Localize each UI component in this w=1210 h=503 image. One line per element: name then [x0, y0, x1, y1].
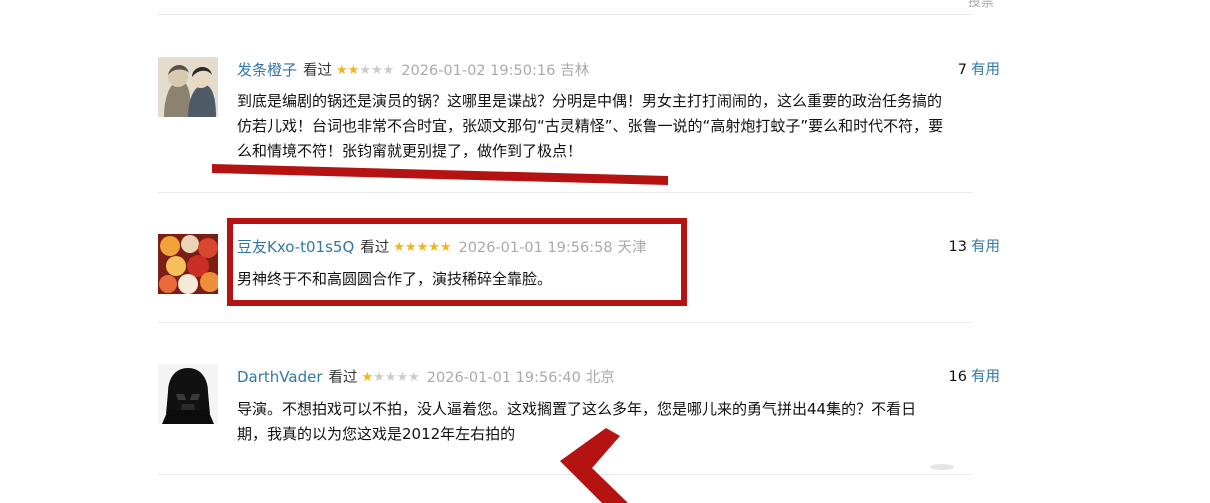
star-icon: ★	[382, 63, 395, 78]
avatar-image	[158, 364, 218, 424]
star-icon: ★	[347, 63, 360, 78]
useful-count: 13	[948, 239, 967, 255]
avatar[interactable]	[158, 234, 218, 294]
useful-button[interactable]: 有用	[971, 62, 1000, 78]
star-icon: ★	[404, 240, 417, 255]
star-icon: ★	[370, 63, 383, 78]
watch-status: 看过	[328, 370, 358, 386]
comment-text: 导演。不想拍戏可以不拍，没人逼着您。这戏搁置了这么多年，您是哪儿来的勇气拼出44…	[237, 397, 916, 447]
comment-meta: DarthVader 看过 ★★★★★ 2026-01-01 19:56:40 北京	[237, 364, 615, 390]
comment-item: 豆友Kxo-t01s5Q 看过 ★★★★★ 2026-01-01 19:56:58 天津…	[158, 234, 1008, 296]
comment-line: 到底是编剧的锅还是演员的锅？这哪里是谍战？分明是中偶！男女主打打闹闹的，这么重要…	[237, 92, 943, 110]
watch-status: 看过	[360, 240, 390, 256]
star-icon: ★	[428, 240, 440, 255]
username[interactable]: 豆友Kxo-t01s5Q	[237, 238, 354, 256]
useful-votes: 7 有用	[958, 57, 1000, 83]
star-icon: ★	[361, 370, 374, 385]
star-icon: ★	[359, 63, 371, 78]
useful-votes: 16 有用	[949, 364, 1000, 390]
avatar-image	[158, 57, 218, 117]
useful-count: 7	[957, 62, 967, 78]
star-icon: ★	[393, 240, 405, 255]
useful-votes: 13 有用	[949, 234, 1000, 260]
star-icon: ★	[439, 240, 452, 255]
divider	[158, 474, 972, 475]
scroll-hint-icon	[930, 464, 954, 470]
useful-count: 16	[948, 369, 967, 385]
comment-time: 2026-01-01 19:56:58	[458, 240, 613, 256]
comment-time: 2026-01-02 19:50:16	[401, 63, 556, 79]
comment-location: 天津	[617, 240, 647, 256]
comment-line: 仿若儿戏！台词也非常不合时宜，张颂文那句“古灵精怪”、张鲁一说的“高射炮打蚊子”…	[237, 117, 944, 135]
avatar[interactable]	[158, 364, 218, 424]
star-icon: ★	[373, 370, 385, 385]
comment-line: 期，我真的以为您这戏是2012年左右拍的	[237, 425, 516, 443]
comment-text: 到底是编剧的锅还是演员的锅？这哪里是谍战？分明是中偶！男女主打打闹闹的，这么重要…	[237, 89, 943, 164]
username[interactable]: 发条橙子	[237, 61, 297, 79]
star-icon: ★	[408, 370, 420, 385]
avatar-image	[158, 234, 218, 294]
comment-item: 发条橙子 看过 ★★★★★ 2026-01-02 19:50:16 吉林 7 有用 到底是…	[158, 57, 1008, 177]
username[interactable]: DarthVader	[237, 368, 323, 386]
divider	[158, 192, 972, 193]
star-icon: ★	[396, 370, 409, 385]
comment-text: 男神终于不和高圆圆合作了，演技稀碎全靠脸。	[237, 267, 552, 292]
useful-button[interactable]: 有用	[971, 369, 1000, 385]
divider	[158, 14, 972, 15]
avatar[interactable]	[158, 57, 218, 117]
comment-time: 2026-01-01 19:56:40	[426, 370, 581, 386]
comment-meta: 豆友Kxo-t01s5Q 看过 ★★★★★ 2026-01-01 19:56:58 天津	[237, 234, 647, 260]
comment-line: 男神终于不和高圆圆合作了，演技稀碎全靠脸。	[237, 270, 553, 288]
rating-stars: ★★★★★	[362, 365, 420, 391]
star-icon: ★	[336, 63, 348, 78]
watch-status: 看过	[303, 63, 333, 79]
star-icon: ★	[384, 370, 397, 385]
vote-link[interactable]: 投票	[968, 0, 994, 10]
comment-location: 北京	[585, 370, 615, 386]
divider	[158, 322, 972, 323]
star-icon: ★	[416, 240, 429, 255]
comment-location: 吉林	[560, 63, 590, 79]
comment-meta: 发条橙子 看过 ★★★★★ 2026-01-02 19:50:16 吉林	[237, 57, 589, 83]
comment-line: 么和情境不符！张钧甯就更别提了，做作到了极点！	[237, 142, 583, 160]
comment-item: DarthVader 看过 ★★★★★ 2026-01-01 19:56:40 北京 1…	[158, 364, 1008, 454]
rating-stars: ★★★★★	[336, 58, 394, 84]
rating-stars: ★★★★★	[393, 235, 451, 261]
useful-button[interactable]: 有用	[971, 239, 1000, 255]
comment-line: 导演。不想拍戏可以不拍，没人逼着您。这戏搁置了这么多年，您是哪儿来的勇气拼出44…	[237, 400, 917, 418]
